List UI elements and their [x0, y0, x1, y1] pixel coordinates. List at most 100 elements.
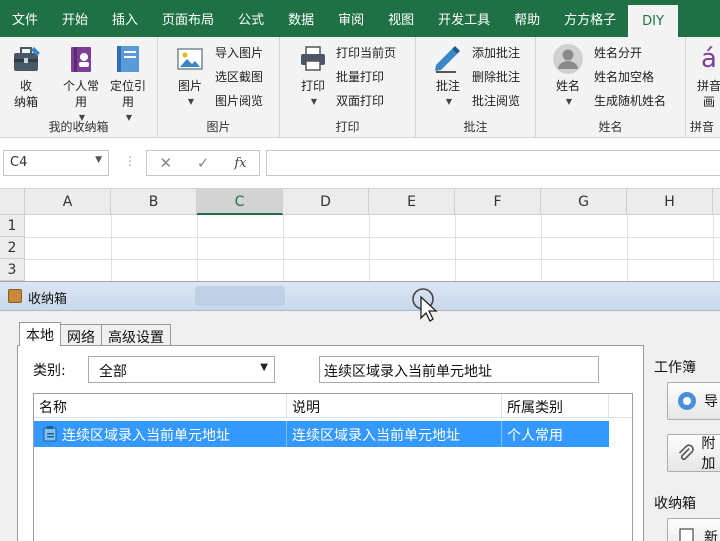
new-file-icon [679, 528, 694, 541]
tab-fangfang[interactable]: 方方格子 [552, 0, 628, 37]
tab-insert[interactable]: 插入 [100, 0, 150, 37]
column-header-i[interactable] [713, 189, 720, 215]
cancel-icon[interactable]: ✕ [159, 154, 172, 172]
group-label-print: 打印 [335, 120, 360, 134]
column-header-a[interactable]: A [25, 189, 111, 215]
toolbox-button[interactable]: 收 纳箱 [6, 42, 46, 110]
cell-name: 连续区域录入当前单元地址 [62, 421, 287, 447]
tab-data[interactable]: 数据 [276, 0, 326, 37]
grid-line [111, 215, 112, 281]
comment-button[interactable]: 批注 ▼ [428, 42, 468, 110]
category-select[interactable]: 全部 ▼ [88, 356, 275, 383]
column-header-g[interactable]: G [541, 189, 627, 215]
grid-line [197, 215, 198, 281]
batch-print-button[interactable]: 批量打印 [336, 65, 384, 87]
locate-reference-label: 定位引 用 [109, 79, 146, 109]
attach-button-label: 附加 [701, 436, 716, 472]
search-input[interactable]: 连续区域录入当前单元地址 [319, 356, 599, 383]
group-print: 打印 ▼ 打印当前页 批量打印 双面打印 打印 [280, 37, 416, 138]
table-row[interactable]: 连续区域录入当前单元地址 连续区域录入当前单元地址 个人常用 [34, 421, 609, 447]
toolbox-section-label: 收纳箱 [654, 496, 696, 512]
tab-network[interactable]: 网络 [60, 324, 102, 346]
row-header-1[interactable]: 1 [0, 215, 25, 237]
person-icon [551, 42, 585, 76]
chevron-down-icon[interactable]: ▼ [95, 155, 102, 165]
name-button-label: 姓名 [555, 79, 580, 93]
tab-home[interactable]: 开始 [50, 0, 100, 37]
ribbon-tab-bar: 文件 开始 插入 页面布局 公式 数据 审阅 视图 开发工具 帮助 方方格子 D… [0, 0, 720, 37]
random-name-button[interactable]: 生成随机姓名 [594, 89, 666, 111]
toolbox-dialog: 收纳箱 本地 网络 高级设置 类别: 全部 ▼ 连续区域录入当前单元地址 名称 … [0, 281, 720, 541]
chevron-down-icon: ▼ [445, 97, 453, 106]
personal-book-icon [64, 42, 98, 76]
item-icon [43, 426, 57, 442]
new-button-label: 新 [704, 530, 718, 541]
import-button[interactable]: 导 [667, 382, 720, 420]
column-header-name[interactable]: 名称 [34, 394, 287, 418]
row-header-2[interactable]: 2 [0, 237, 25, 259]
grid-line [713, 215, 714, 281]
import-picture-button[interactable]: 导入图片 [215, 41, 263, 63]
grid-line [25, 237, 720, 238]
picture-button[interactable]: 图片 ▼ [170, 42, 210, 110]
group-my-toolbox: 收 纳箱 个人常 用 ▼ 定位引 用 ▼ 我的收纳箱 [0, 37, 158, 138]
group-pinyin: á 拼音 画 拼音 [686, 37, 720, 138]
locate-reference-button[interactable]: 定位引 用 ▼ [106, 42, 150, 126]
selection-screenshot-button[interactable]: 选区截图 [215, 65, 263, 87]
comment-browse-button[interactable]: 批注阅览 [472, 89, 520, 111]
insert-function-icon[interactable]: fx [234, 156, 246, 171]
tab-help[interactable]: 帮助 [502, 0, 552, 37]
row-header-3[interactable]: 3 [0, 259, 25, 281]
dialog-title-bar[interactable]: 收纳箱 [0, 282, 720, 322]
cell-category: 个人常用 [507, 428, 563, 444]
toolbox-icon [8, 289, 22, 303]
tab-view[interactable]: 视图 [376, 0, 426, 37]
formula-bar: C4 ▼ ⋮ ✕ ✓ fx [0, 138, 720, 189]
tab-formulas[interactable]: 公式 [226, 0, 276, 37]
confirm-icon[interactable]: ✓ [197, 154, 210, 172]
new-button[interactable]: 新 [667, 518, 720, 541]
column-header-description[interactable]: 说明 [287, 394, 502, 418]
cell-description: 连续区域录入当前单元地址 [287, 421, 502, 447]
picture-button-label: 图片 [177, 79, 202, 93]
printer-icon [296, 42, 330, 76]
column-header-e[interactable]: E [369, 189, 455, 215]
tab-page-layout[interactable]: 页面布局 [150, 0, 226, 37]
column-header-d[interactable]: D [283, 189, 369, 215]
formula-input[interactable] [266, 150, 720, 176]
column-header-b[interactable]: B [111, 189, 197, 215]
column-header-f[interactable]: F [455, 189, 541, 215]
column-header-h[interactable]: H [627, 189, 713, 215]
tab-review[interactable]: 审阅 [326, 0, 376, 37]
name-box[interactable]: C4 ▼ [3, 150, 109, 176]
tab-diy[interactable]: DIY [628, 5, 678, 37]
dialog-tab-panel: 类别: 全部 ▼ 连续区域录入当前单元地址 名称 说明 所属类别 连续区域录入当… [17, 345, 644, 541]
name-add-space-button[interactable]: 姓名加空格 [594, 65, 654, 87]
picture-browse-button[interactable]: 图片阅览 [215, 89, 263, 111]
tab-developer[interactable]: 开发工具 [426, 0, 502, 37]
print-current-page-button[interactable]: 打印当前页 [336, 41, 396, 63]
chevron-down-icon[interactable]: ▼ [260, 362, 268, 373]
delete-comment-button[interactable]: 删除批注 [472, 65, 520, 87]
print-button[interactable]: 打印 ▼ [294, 42, 332, 110]
scroll-gutter [609, 418, 632, 541]
select-all-corner[interactable] [0, 189, 25, 215]
grid-line [627, 215, 628, 281]
tab-local[interactable]: 本地 [19, 322, 61, 346]
pinyin-button[interactable]: á 拼音 画 [694, 42, 720, 110]
toolbox-button-label: 收 纳箱 [13, 79, 38, 109]
formula-bar-grip-icon[interactable]: ⋮ [124, 154, 136, 168]
add-comment-button[interactable]: 添加批注 [472, 41, 520, 63]
grid-line [541, 215, 542, 281]
tab-advanced-settings[interactable]: 高级设置 [101, 324, 171, 346]
column-header-category[interactable]: 所属类别 [502, 394, 609, 418]
column-header-c[interactable]: C [197, 189, 283, 215]
tab-file[interactable]: 文件 [0, 0, 50, 37]
chevron-down-icon: ▼ [187, 97, 195, 106]
attach-button[interactable]: 附加 [667, 434, 720, 472]
comment-button-label: 批注 [435, 79, 460, 93]
name-button[interactable]: 姓名 ▼ [548, 42, 588, 110]
split-name-button[interactable]: 姓名分开 [594, 41, 642, 63]
duplex-print-button[interactable]: 双面打印 [336, 89, 384, 111]
personal-common-button[interactable]: 个人常 用 ▼ [58, 42, 104, 126]
